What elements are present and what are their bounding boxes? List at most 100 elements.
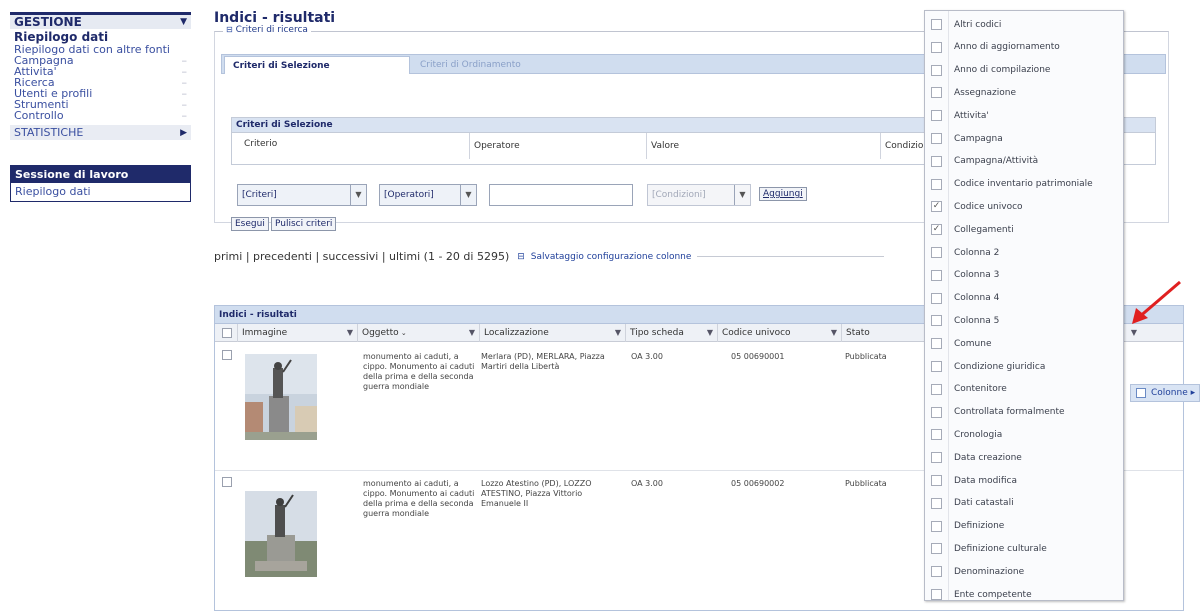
checkbox[interactable]: [931, 406, 942, 418]
chevron-down-icon[interactable]: ▼: [180, 15, 187, 30]
columns-menu-item-label: Campagna/Attività: [954, 156, 1039, 167]
checkbox[interactable]: [931, 64, 942, 76]
checkbox[interactable]: [931, 361, 942, 372]
checkbox[interactable]: [931, 155, 942, 167]
menu-statistiche[interactable]: STATISTICHE ▶: [10, 125, 191, 140]
checkbox[interactable]: [931, 543, 942, 555]
checkbox[interactable]: [931, 292, 942, 304]
pagination-links[interactable]: primi | precedenti | successivi | ultimi…: [214, 250, 509, 263]
column-header-codice-univoco[interactable]: Codice univoco ▼: [717, 324, 841, 342]
columns-menu-item[interactable]: Definizione: [925, 515, 1123, 538]
columns-menu-item[interactable]: Cronologia: [925, 423, 1123, 446]
chevron-down-icon[interactable]: ▼: [469, 324, 475, 342]
columns-menu-item[interactable]: Dati catastali: [925, 492, 1123, 515]
sidebar-item-label: Controllo: [14, 109, 64, 122]
chevron-down-icon[interactable]: ▼: [460, 185, 476, 205]
columns-menu-item[interactable]: Colonna 4: [925, 287, 1123, 310]
column-header-tipo-scheda[interactable]: Tipo scheda ▼: [625, 324, 717, 342]
columns-menu-item[interactable]: Codice inventario patrimoniale: [925, 173, 1123, 196]
session-item[interactable]: Riepilogo dati: [11, 183, 190, 201]
columns-menu-item-label: Definizione: [954, 521, 1005, 532]
column-header-localizzazione[interactable]: Localizzazione ▼: [479, 324, 625, 342]
columns-menu-item[interactable]: Data modifica: [925, 469, 1123, 492]
columns-menu-item[interactable]: Anno di compilazione: [925, 59, 1123, 82]
columns-menu-item[interactable]: Contenitore: [925, 378, 1123, 401]
columns-menu-item[interactable]: Colonna 3: [925, 264, 1123, 287]
checkbox[interactable]: [931, 338, 942, 350]
columns-menu-item[interactable]: Assegnazione: [925, 81, 1123, 104]
columns-menu-item[interactable]: Condizione giuridica: [925, 355, 1123, 378]
checkbox[interactable]: [931, 110, 942, 122]
columns-menu-item[interactable]: Controllata formalmente: [925, 401, 1123, 424]
checkbox[interactable]: [931, 315, 942, 327]
esegui-button[interactable]: Esegui: [231, 217, 269, 231]
tab-criteri-selezione[interactable]: Criteri di Selezione: [224, 56, 410, 74]
columns-menu-item[interactable]: Altri codici: [925, 13, 1123, 36]
chevron-down-icon[interactable]: ▼: [615, 324, 621, 342]
session-panel: Sessione di lavoro Riepilogo dati: [10, 165, 191, 202]
checkbox[interactable]: [931, 475, 942, 486]
tab-criteri-ordinamento[interactable]: Criteri di Ordinamento: [412, 56, 600, 74]
checkbox[interactable]: [931, 589, 942, 600]
column-header-immagine[interactable]: Immagine ▼: [237, 324, 357, 342]
criteri-select[interactable]: [Criteri] ▼: [237, 184, 367, 206]
row-checkbox[interactable]: [222, 350, 232, 360]
checked-checkbox[interactable]: ✓: [931, 201, 942, 213]
chevron-down-icon[interactable]: ▼: [831, 324, 837, 342]
columns-menu-item[interactable]: Attivita': [925, 104, 1123, 127]
columns-menu-item[interactable]: Colonna 2: [925, 241, 1123, 264]
checkbox[interactable]: [931, 178, 942, 190]
checkbox[interactable]: [931, 497, 942, 509]
save-columns-link[interactable]: Salvataggio configurazione colonne: [531, 252, 692, 262]
checkbox[interactable]: [931, 41, 942, 53]
checkbox[interactable]: [931, 452, 942, 464]
select-all-checkbox[interactable]: [222, 328, 232, 338]
row-checkbox[interactable]: [222, 477, 232, 487]
operatori-select-value: [Operatori]: [384, 190, 434, 200]
columns-menu-item[interactable]: Campagna/Attività: [925, 150, 1123, 173]
columns-menu-item[interactable]: Denominazione: [925, 560, 1123, 583]
columns-menu-item[interactable]: Ente competente: [925, 583, 1123, 600]
checkbox[interactable]: [931, 269, 942, 281]
chevron-down-icon[interactable]: ▼: [707, 324, 713, 342]
columns-menu-item[interactable]: Campagna: [925, 127, 1123, 150]
checkbox[interactable]: [931, 520, 942, 532]
checkbox[interactable]: [931, 19, 942, 30]
aggiungi-button[interactable]: Aggiungi: [759, 187, 807, 201]
menu-gestione-header[interactable]: GESTIONE ▼: [10, 12, 191, 29]
chevron-down-icon[interactable]: ▼: [734, 185, 750, 205]
sidebar-item-controllo[interactable]: Controllo –: [14, 110, 187, 121]
columns-menu-item[interactable]: Anno di aggiornamento: [925, 36, 1123, 59]
monument-photo: [245, 354, 317, 440]
chevron-down-icon[interactable]: ▼: [347, 324, 353, 342]
checkbox[interactable]: [931, 383, 942, 395]
columns-menu-item[interactable]: Definizione culturale: [925, 537, 1123, 560]
checkbox[interactable]: [931, 566, 942, 578]
columns-menu-item-label: Assegnazione: [954, 87, 1016, 98]
columns-menu-item[interactable]: Colonna 5: [925, 309, 1123, 332]
columns-menu-item[interactable]: Comune: [925, 332, 1123, 355]
colonne-menu-item[interactable]: Colonne ▸: [1130, 384, 1200, 402]
sidebar: GESTIONE ▼ Riepilogo dati Riepilogo dati…: [10, 12, 191, 202]
divider: [697, 256, 884, 257]
pulisci-criteri-button[interactable]: Pulisci criteri: [271, 217, 337, 231]
columns-menu-item[interactable]: ✓ Collegamenti: [925, 218, 1123, 241]
condizioni-select[interactable]: [Condizioni] ▼: [647, 184, 751, 206]
operatori-select[interactable]: [Operatori] ▼: [379, 184, 477, 206]
checkbox[interactable]: [931, 247, 942, 258]
column-header-oggetto[interactable]: Oggetto ⌄ ▼: [357, 324, 479, 342]
checkbox[interactable]: [931, 133, 942, 144]
columns-menu-item[interactable]: ✓ Codice univoco: [925, 195, 1123, 218]
valore-input[interactable]: [489, 184, 633, 206]
monument-thumbnail[interactable]: [245, 491, 317, 577]
chevron-down-icon[interactable]: ▼: [350, 185, 366, 205]
checkbox[interactable]: [931, 429, 942, 441]
checkbox[interactable]: [931, 87, 942, 99]
column-valore: Valore: [646, 133, 679, 159]
columns-menu-item[interactable]: Data creazione: [925, 446, 1123, 469]
monument-thumbnail[interactable]: [245, 354, 317, 440]
checked-checkbox[interactable]: ✓: [931, 224, 942, 236]
criteria-legend[interactable]: ⊟ Criteri di ricerca: [223, 25, 311, 35]
chevron-right-icon: ▶: [180, 127, 187, 138]
chevron-right-icon: ▸: [1190, 388, 1196, 398]
